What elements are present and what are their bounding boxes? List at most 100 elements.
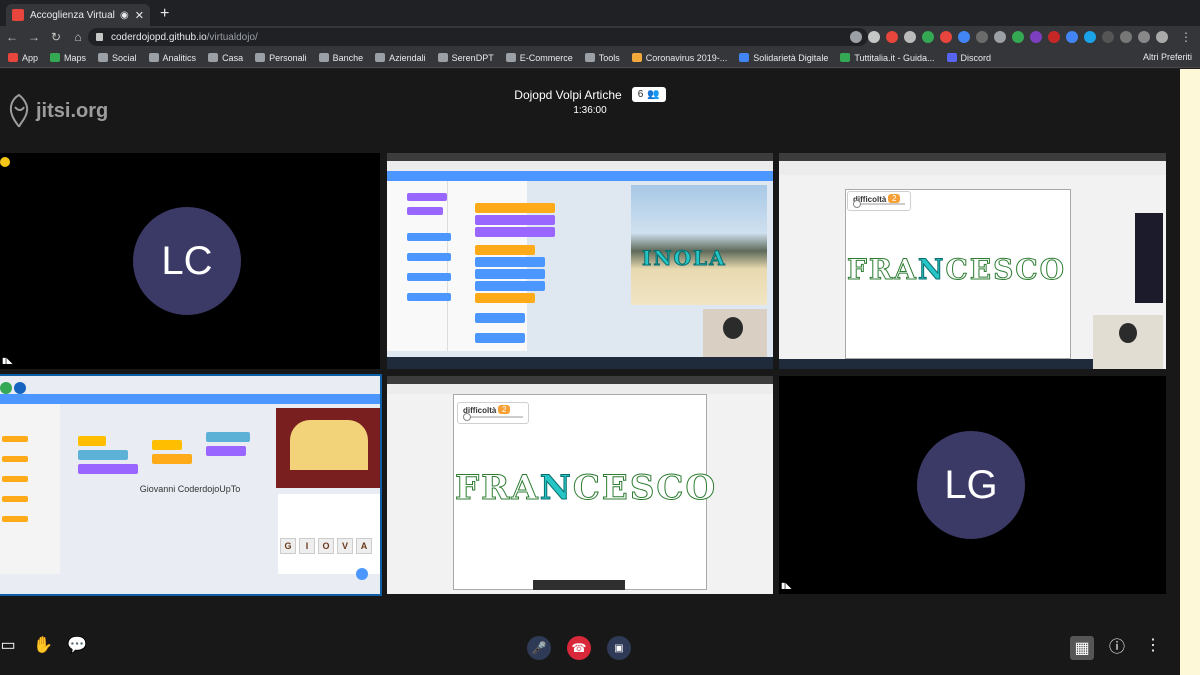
participant-tile-lg[interactable]: LG ▮◣ — [779, 376, 1166, 594]
scratch-block — [475, 203, 555, 213]
extension-icon[interactable] — [1084, 31, 1096, 43]
scratch-block — [475, 215, 555, 225]
scratch-menubar — [0, 394, 380, 404]
bookmark-item[interactable]: Personali — [255, 53, 307, 63]
bookmark-label: Discord — [960, 52, 992, 63]
puzzle-icon[interactable] — [1138, 31, 1150, 43]
extension-icon[interactable] — [976, 31, 988, 43]
add-sprite-icon[interactable] — [356, 568, 368, 580]
install-icon[interactable] — [850, 31, 862, 43]
bookmark-item[interactable]: Social — [98, 53, 137, 63]
participant-tile-lc[interactable]: LC ▮◣ — [0, 153, 380, 369]
participant-tile-giovanni[interactable]: Giovanni CoderdojoUpTo GIOVA — [0, 374, 382, 596]
menu-icon[interactable]: ⋮ — [1176, 30, 1196, 44]
bookmark-item[interactable]: SerenDPT — [437, 53, 494, 63]
extension-icon[interactable] — [922, 31, 934, 43]
profile-avatar[interactable] — [1156, 31, 1168, 43]
new-tab-button[interactable]: + — [160, 4, 169, 24]
extension-icon[interactable] — [994, 31, 1006, 43]
sprite-thumbnail[interactable]: G — [280, 538, 296, 554]
scratch-block — [407, 253, 451, 261]
conference-area: jitsi.org Dojopd Volpi Artiche 6 👥 1:36:… — [0, 69, 1180, 675]
scratch-block — [407, 293, 451, 301]
bookmark-label: Analitics — [162, 52, 197, 63]
tile-view-icon[interactable]: ▦ — [1070, 636, 1094, 660]
extension-icon[interactable] — [1102, 31, 1114, 43]
participant-count-badge[interactable]: 6 👥 — [631, 87, 666, 102]
pinterest-extension-icon[interactable] — [886, 31, 898, 43]
home-icon[interactable]: ⌂ — [68, 30, 88, 44]
bookmark-label: Social — [112, 52, 137, 63]
scratch-block — [407, 193, 447, 201]
bookmark-item[interactable]: Solidarietà Digitale — [739, 53, 828, 63]
reload-icon[interactable]: ↻ — [46, 30, 66, 44]
difficulty-slider[interactable] — [853, 200, 905, 208]
stage-word: FRANCESCO — [455, 468, 718, 509]
scratch-block — [475, 227, 555, 237]
bookmark-item[interactable]: Tuttitalia.it - Guida... — [840, 53, 935, 63]
avatar: LC — [133, 207, 241, 315]
back-icon[interactable]: ← — [2, 30, 22, 44]
stage-word: INOLA — [642, 246, 727, 271]
scratch-block — [2, 436, 28, 442]
extension-icon[interactable] — [1066, 31, 1078, 43]
shared-addressbar — [387, 384, 773, 394]
mute-microphone-button[interactable]: 🎤 — [527, 636, 551, 660]
raise-hand-icon[interactable]: ✋ — [33, 636, 53, 654]
participant-tile-screenshare-scratch[interactable]: INOLA — [387, 153, 773, 369]
extension-icon[interactable] — [1120, 31, 1132, 43]
webcam-person — [1119, 323, 1137, 343]
bookmark-item[interactable]: Casa — [208, 53, 243, 63]
bookmark-item[interactable]: Banche — [318, 52, 364, 63]
bookmark-item[interactable]: E-Commerce — [505, 53, 573, 63]
bookmark-item[interactable]: App — [8, 53, 38, 63]
scratch-block — [475, 245, 535, 255]
difficulty-slider[interactable] — [463, 413, 523, 421]
screen-share-icon[interactable]: ▭ — [0, 636, 16, 654]
difficulty-monitor: difficoltà 2 — [847, 191, 911, 211]
slider-knob[interactable] — [463, 413, 471, 421]
address-bar[interactable]: coderdojopd.github.io/virtualdojo/ — [88, 28, 868, 46]
shared-tabbar — [779, 153, 1166, 161]
sprite-thumbnail[interactable]: A — [356, 538, 372, 554]
webcam-person — [723, 317, 743, 339]
bookmark-item[interactable]: Aziendali — [375, 53, 426, 63]
extension-icon[interactable] — [958, 31, 970, 43]
onenote-extension-icon[interactable] — [1030, 31, 1042, 43]
bookmark-item[interactable]: Tools — [584, 52, 620, 63]
scratch-stage — [631, 185, 767, 305]
bookmark-label: Banche — [332, 52, 364, 63]
forward-icon[interactable]: → — [24, 30, 44, 44]
jitsi-toolbar: ▭ ✋ 💬 🎤 ☎ ▣ ▦ ⓘ ⋮ — [0, 630, 1180, 670]
extension-icon[interactable] — [904, 31, 916, 43]
tab-close-icon[interactable]: ✕ — [135, 9, 144, 22]
camera-toggle-button[interactable]: ▣ — [607, 636, 631, 660]
more-options-icon[interactable]: ⋮ — [1144, 636, 1162, 654]
bookmark-label: Tools — [598, 52, 620, 63]
info-icon[interactable]: ⓘ — [1108, 636, 1126, 656]
page-scrollbar[interactable] — [1180, 69, 1200, 675]
participant-tile-screenshare-francesco[interactable]: difficoltà 2 FRANCESCO — [779, 153, 1166, 369]
scratch-block — [2, 456, 28, 462]
extension-icon[interactable] — [940, 31, 952, 43]
slider-knob[interactable] — [853, 200, 861, 208]
extension-icon[interactable] — [1048, 31, 1060, 43]
folder-icon — [584, 53, 595, 62]
bookmark-item[interactable]: Maps — [50, 53, 86, 63]
chat-icon[interactable]: 💬 — [67, 636, 87, 654]
hangup-button[interactable]: ☎ — [567, 636, 591, 660]
bookmark-item[interactable]: Discord — [946, 52, 992, 63]
browser-tab[interactable]: Accoglienza Virtual Dojo ◉ ✕ — [6, 4, 150, 26]
other-bookmarks[interactable]: Altri Preferiti — [1143, 52, 1192, 62]
sprite-thumbnail[interactable]: I — [299, 538, 315, 554]
connection-indicator-icon: ▮◣ — [781, 581, 792, 590]
star-icon[interactable] — [868, 31, 880, 43]
sprite-thumbnail[interactable]: V — [337, 538, 353, 554]
bookmark-item[interactable]: Analitics — [148, 52, 197, 63]
bookmark-item[interactable]: Coronavirus 2019-... — [631, 53, 727, 63]
difficulty-value: 2 — [498, 405, 511, 414]
sprite-thumbnail[interactable]: O — [318, 538, 334, 554]
participant-tile-screenshare-francesco-2[interactable]: difficoltà 2 FRANCESCO — [387, 376, 773, 594]
stage-word: FRANCESCO — [847, 253, 1066, 287]
extension-icon[interactable] — [1012, 31, 1024, 43]
